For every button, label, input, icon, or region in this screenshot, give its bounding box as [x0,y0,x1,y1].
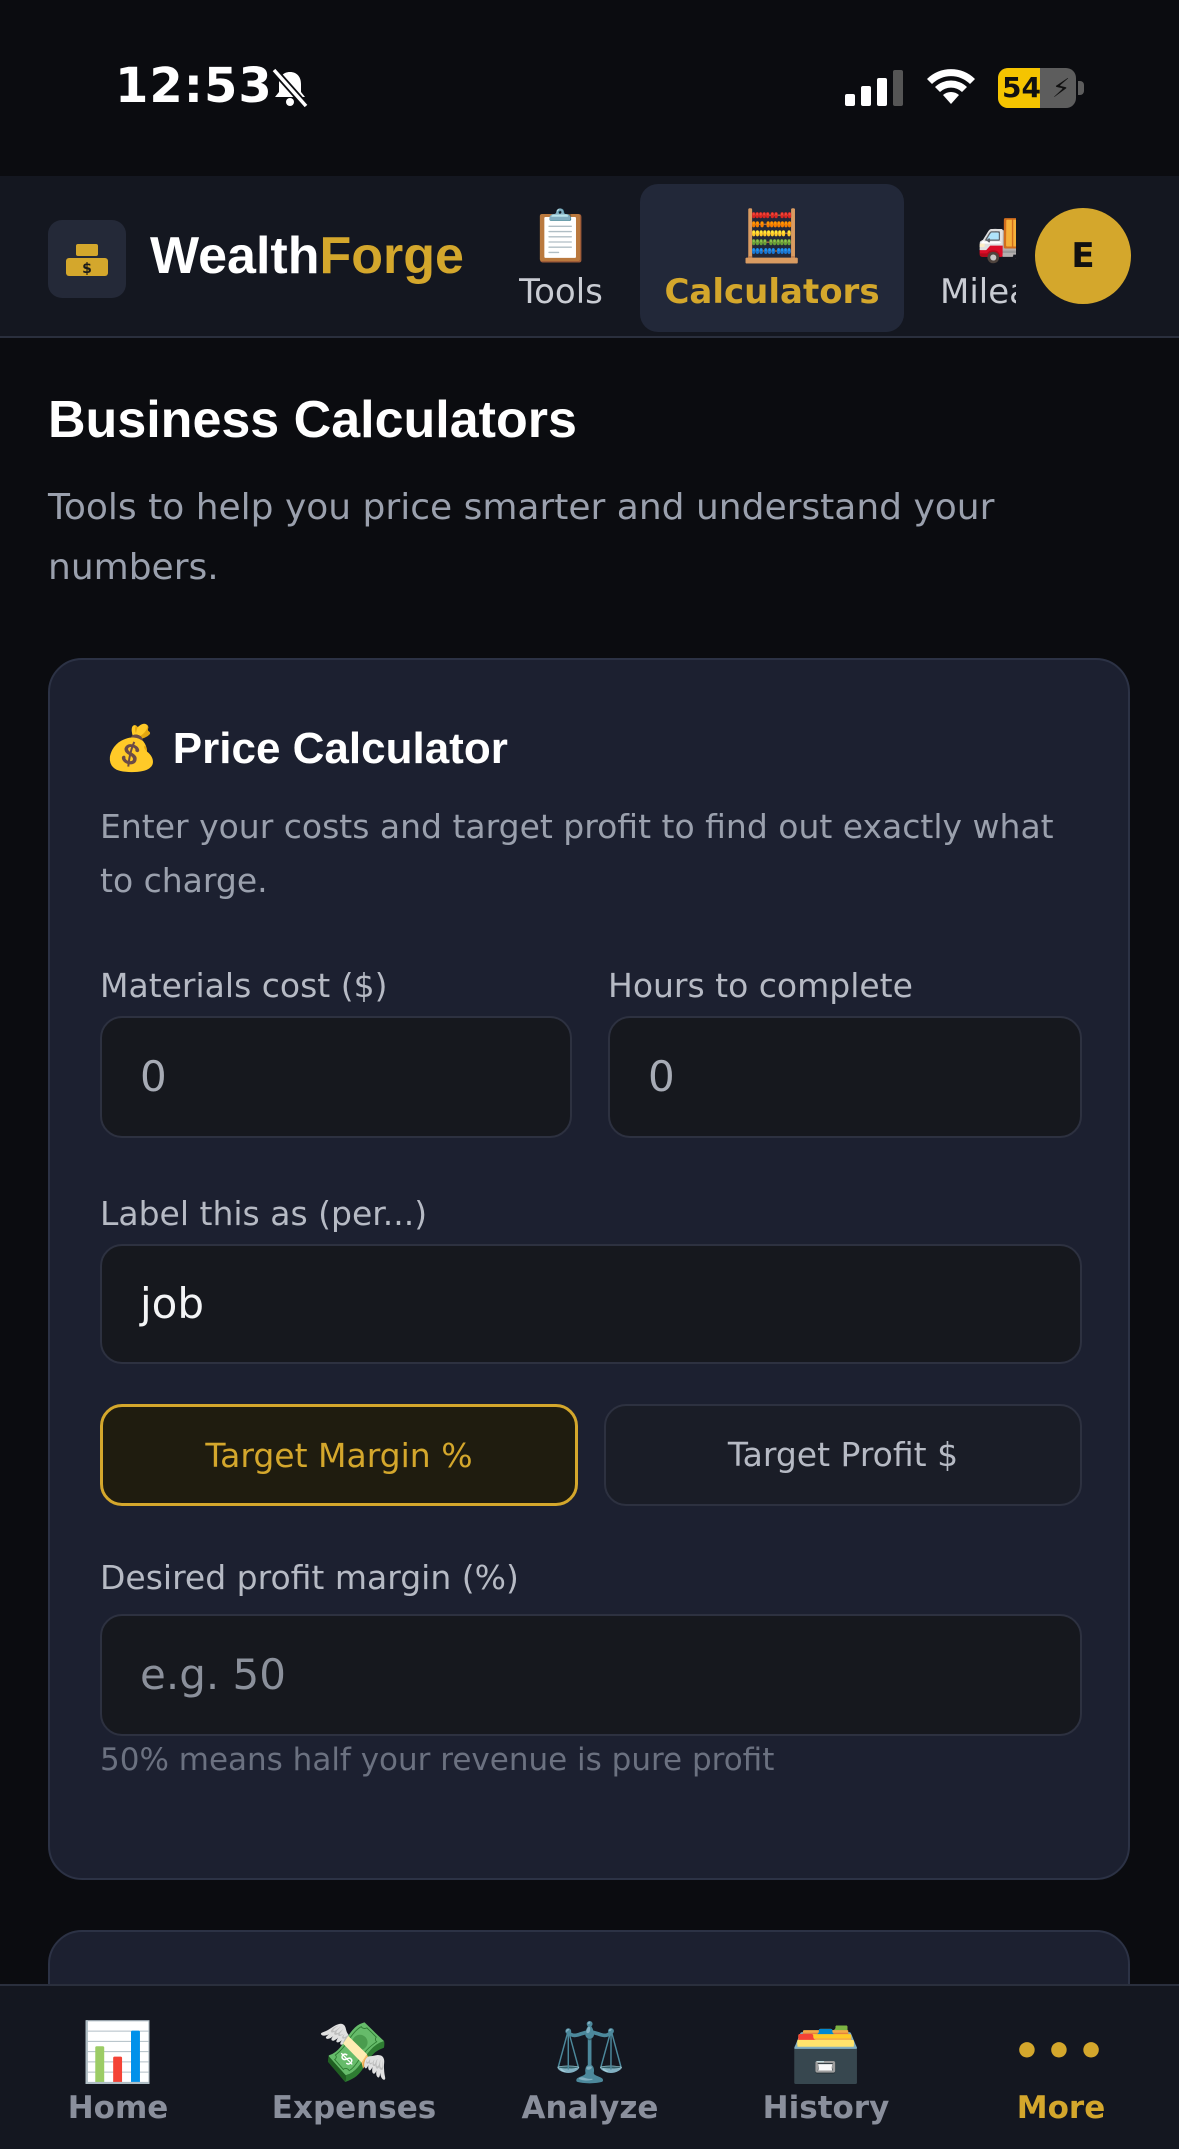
nav-history-label: History [762,2090,890,2126]
tab-mileage-label: Milea [940,272,1016,312]
price-calculator-card: 💰 Price Calculator Enter your costs and t… [48,658,1130,1880]
more-dots-icon: ••• [1012,2026,1110,2077]
brand-forge: Forge [319,227,464,285]
nav-expenses-label: Expenses [271,2090,437,2126]
per-input[interactable]: job [100,1244,1082,1364]
target-margin-button[interactable]: Target Margin % [100,1404,578,1506]
hours-label: Hours to complete [608,966,913,1005]
top-tabs: 📋 Tools 🧮 Calculators 🚚 Milea [496,176,1016,338]
target-profit-button[interactable]: Target Profit $ [604,1404,1082,1506]
status-bar: 12:53 54 ⚡ [0,0,1179,176]
materials-cost-label: Materials cost ($) [100,966,388,1005]
page-subtitle: Tools to help you price smarter and unde… [48,487,995,588]
scales-icon: ⚖️ [553,2018,627,2086]
bar-chart-icon: 📊 [81,2018,155,2086]
status-time: 12:53 [115,58,273,114]
wifi-icon [927,69,975,104]
user-avatar[interactable]: E [1035,208,1131,304]
cellular-signal-icon [845,70,903,106]
tab-tools[interactable]: 📋 Tools [496,184,626,332]
card-description: Enter your costs and target profit to fi… [100,807,1054,900]
tab-calculators-label: Calculators [664,272,880,312]
nav-home[interactable]: 📊 Home [0,1986,236,2149]
svg-text:$: $ [82,261,92,277]
page-title: Business Calculators [48,391,577,449]
card-file-box-icon: 🗃️ [789,2018,863,2086]
money-bag-icon: 💰 [104,724,159,773]
nav-home-label: Home [67,2090,169,2126]
nav-more-label: More [1016,2090,1106,2126]
materials-cost-input[interactable]: 0 [100,1016,572,1138]
nav-expenses[interactable]: 💸 Expenses [236,1986,472,2149]
bell-muted-icon [271,67,309,109]
logo[interactable]: $ [48,220,126,298]
abacus-icon: 🧮 [740,207,804,265]
app-header: $ WealthForge 📋 Tools 🧮 Calculators 🚚 Mi… [0,176,1179,338]
hours-input[interactable]: 0 [608,1016,1082,1138]
gold-bars-icon: $ [66,244,108,277]
nav-more[interactable]: ••• More [943,1986,1179,2149]
nav-analyze-label: Analyze [521,2090,659,2126]
per-label: Label this as (per...) [100,1194,428,1233]
brand-wealth: Wealth [150,227,320,285]
tab-tools-label: Tools [519,272,603,312]
margin-label: Desired profit margin (%) [100,1558,519,1597]
card-title-text: Price Calculator [172,724,508,773]
battery-percent: 54 [1002,71,1041,104]
tab-mileage[interactable]: 🚚 Milea [926,184,1016,332]
margin-input[interactable]: e.g. 50 [100,1614,1082,1736]
tab-calculators[interactable]: 🧮 Calculators [640,184,904,332]
clipboard-icon: 📋 [529,207,593,265]
truck-icon: 🚚 [976,207,1016,265]
brand-name: WealthForge [150,226,464,286]
card-title: 💰 Price Calculator [104,722,508,774]
money-wings-icon: 💸 [317,2018,391,2086]
nav-analyze[interactable]: ⚖️ Analyze [472,1986,708,2149]
margin-hint: 50% means half your revenue is pure prof… [100,1742,775,1778]
battery-icon: 54 ⚡ [998,68,1084,108]
bottom-nav: 📊 Home 💸 Expenses ⚖️ Analyze 🗃️ History … [0,1984,1179,2149]
nav-history[interactable]: 🗃️ History [708,1986,944,2149]
